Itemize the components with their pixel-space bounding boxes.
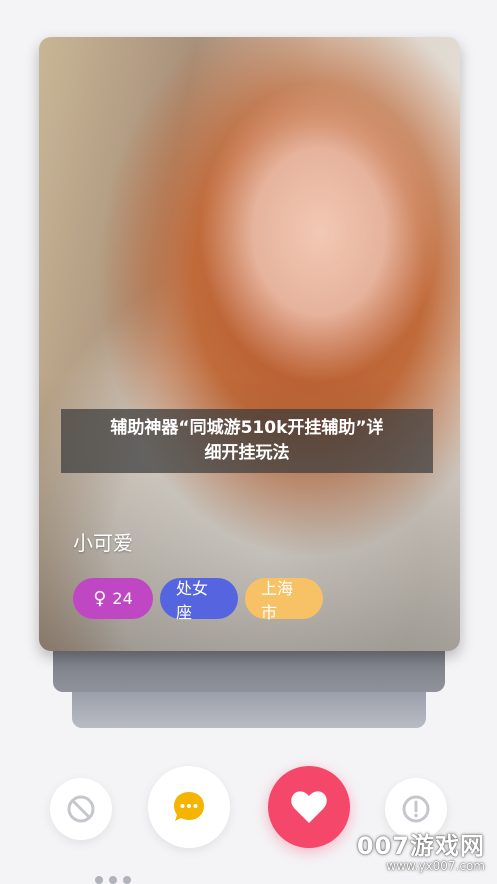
- gender-age-tag: ♀ 24: [73, 578, 153, 619]
- watermark-title: 007游戏网: [356, 832, 485, 860]
- block-icon: [67, 795, 95, 823]
- zodiac-tag: 处女座: [160, 578, 238, 622]
- like-button[interactable]: [268, 766, 350, 848]
- headline-line-1: 辅助神器“同城游510k开挂辅助”详: [110, 418, 384, 438]
- age-label: 24: [112, 589, 133, 608]
- page-indicator: [95, 876, 135, 884]
- heart-icon: [291, 791, 327, 823]
- skip-button[interactable]: [50, 778, 112, 840]
- alert-icon: [402, 795, 430, 823]
- profile-tags: ♀ 24 处女座 上海市: [73, 578, 323, 622]
- watermark-url: www.yx007.com: [386, 859, 485, 873]
- female-icon: ♀: [93, 588, 107, 609]
- chat-button[interactable]: [148, 766, 230, 848]
- chat-bubble-icon: [174, 792, 204, 821]
- profile-name: 小可爱: [73, 531, 133, 555]
- profile-photo: [39, 37, 460, 651]
- profile-card[interactable]: 小可爱 ♀ 24 处女座 上海市: [39, 37, 460, 651]
- site-watermark: 007游戏网 www.yx007.com: [357, 826, 485, 873]
- headline-line-2: 细开挂玩法: [204, 443, 290, 463]
- headline-overlay: 辅助神器“同城游510k开挂辅助”详 细开挂玩法: [61, 409, 433, 473]
- city-tag: 上海市: [245, 578, 323, 622]
